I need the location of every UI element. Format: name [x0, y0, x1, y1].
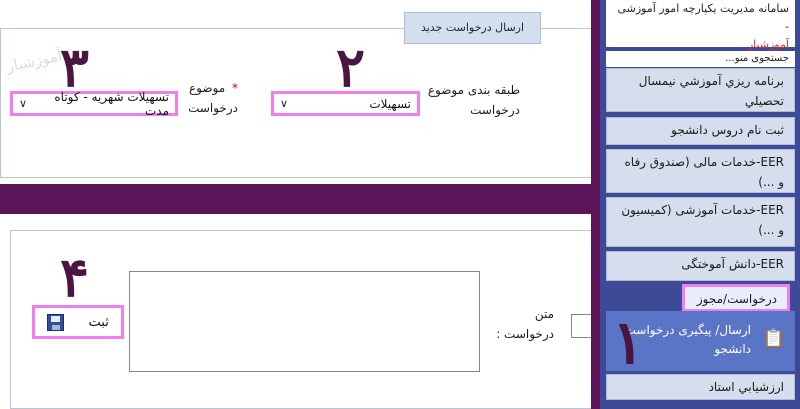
request-text-panel: ۴ متن درخواست : ثبت [0, 214, 591, 409]
sidebar-item-course-registration[interactable]: ثبت نام دروس دانشجو [606, 117, 795, 145]
annotation-number-2: ۲ [336, 35, 366, 99]
request-form-panel: ارسال درخواست جدید آموزشیار ۳ ۲ * موضوع … [0, 0, 591, 184]
request-text-input[interactable] [129, 271, 480, 372]
category-select[interactable]: تسهیلات ∨ [271, 91, 420, 116]
chevron-down-icon: ∨ [19, 97, 28, 110]
tab-new-request[interactable]: ارسال درخواست جدید [404, 12, 541, 44]
subject-select-value: تسهیلات شهریه - کوتاه مدت [54, 89, 169, 118]
sidebar-item-semester-planning[interactable]: برنامه ريزي آموزشي نيمسال تحصيلي [606, 68, 795, 112]
sidebar-item-educational-services[interactable]: EER-خدمات آموزشی (کمیسیون و ...) [606, 197, 795, 247]
required-marker: * [232, 81, 238, 95]
request-text-label: متن درخواست : [496, 307, 554, 341]
annotation-number-1: ۱ [612, 308, 645, 378]
sidebar-item-financial-services[interactable]: EER-خدمات مالی (صندوق رفاه و ...) [606, 149, 795, 193]
app-header: سامانه مدیریت یکپارچه امور آموزشی - آموز… [606, 0, 795, 51]
sidebar-item-request-permit[interactable]: درخواست/مجوز [682, 284, 790, 312]
sidebar-item-graduation[interactable]: EER-دانش آموختگی [606, 251, 795, 281]
menu-search-input[interactable]: جستجوی منو... [606, 51, 795, 67]
chevron-down-icon: ∨ [280, 97, 289, 110]
subject-label: * موضوع درخواست [188, 81, 238, 115]
submit-button-label: ثبت [88, 314, 109, 330]
annotation-number-4: ۴ [60, 245, 90, 309]
floppy-disk-icon [47, 313, 65, 331]
submit-button[interactable]: ثبت [32, 305, 124, 339]
partial-control [571, 314, 591, 338]
annotation-number-3: ۳ [60, 35, 90, 99]
app-title: سامانه مدیریت یکپارچه امور آموزشی - [617, 2, 789, 33]
category-label: طبقه بندی موضوع درخواست [427, 83, 520, 117]
document-icon: 📋 [762, 328, 785, 349]
subject-select[interactable]: تسهیلات شهریه - کوتاه مدت ∨ [10, 89, 178, 118]
category-select-value: تسهیلات [369, 96, 411, 111]
